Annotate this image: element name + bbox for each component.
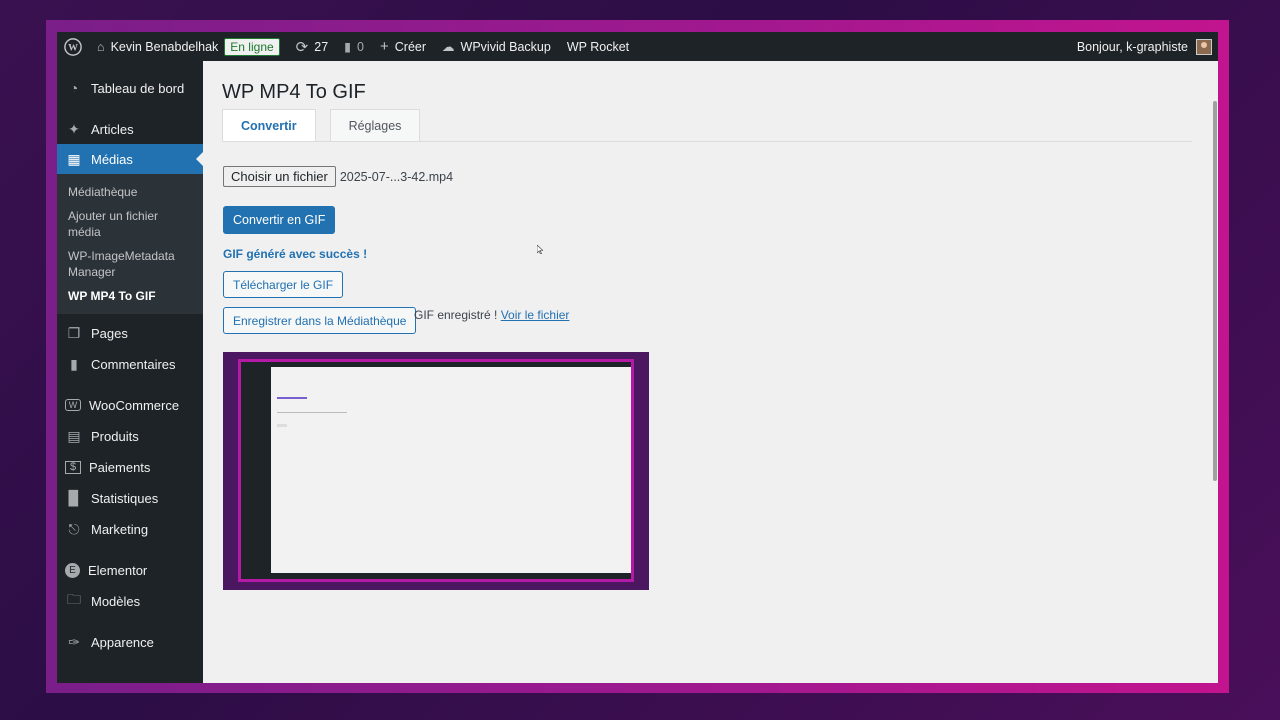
sidebar-item-label: Articles: [91, 121, 134, 137]
scrollbar-thumb[interactable]: [1213, 101, 1217, 481]
submenu-item-mp4-to-gif[interactable]: WP MP4 To GIF: [57, 284, 203, 308]
page-scrollbar[interactable]: [1211, 61, 1218, 683]
sidebar-item-stats[interactable]: ▉ Statistiques: [57, 483, 203, 513]
saved-message: GIF enregistré !: [414, 308, 498, 322]
sidebar-item-appearance[interactable]: ✑ Apparence: [57, 627, 203, 657]
browser-screen: W ⌂ Kevin Benabdelhak En ligne ⟳ 27 ▮ 0 …: [57, 32, 1218, 683]
site-name: Kevin Benabdelhak: [110, 39, 219, 54]
sidebar-item-label: Statistiques: [91, 490, 159, 506]
sidebar-item-models[interactable]: 🗀 Modèles: [57, 586, 203, 616]
preview-taskbar: [241, 573, 631, 579]
sidebar-item-dashboard[interactable]: ◔ Tableau de bord: [57, 73, 203, 103]
gif-preview: [223, 352, 649, 590]
chart-icon: ▉: [68, 489, 80, 506]
download-gif-button[interactable]: Télécharger le GIF: [223, 271, 344, 298]
home-icon: ⌂: [97, 39, 105, 54]
tabs-divider: [222, 141, 1192, 142]
tab-convert[interactable]: Convertir: [222, 109, 316, 142]
preview-line: [277, 412, 347, 413]
sidebar-item-label: Elementor: [88, 562, 148, 578]
wpvivid-backup-link[interactable]: ☁ WPvivid Backup: [434, 32, 559, 61]
submenu-item-image-metadata[interactable]: WP-ImageMetadataManager: [57, 244, 187, 284]
sidebar-item-label: Pages: [91, 325, 128, 341]
megaphone-icon: ⎋: [68, 520, 80, 537]
pages-icon: ❐: [67, 324, 81, 341]
save-to-library-button[interactable]: Enregistrer dans la Médiathèque: [223, 307, 417, 334]
sidebar-item-label: Produits: [91, 428, 139, 444]
sidebar-item-marketing[interactable]: ⎋ Marketing: [57, 514, 203, 544]
page-title: WP MP4 To GIF: [222, 81, 366, 103]
saved-status: GIF enregistré ! Voir le fichier: [414, 308, 569, 322]
sidebar-item-label: Tableau de bord: [91, 80, 185, 96]
refresh-icon: ⟳: [295, 38, 309, 56]
backup-label: WPvivid Backup: [460, 39, 551, 54]
sidebar-item-label: Médias: [91, 151, 133, 167]
svg-text:W: W: [68, 42, 78, 53]
wp-rocket-link[interactable]: WP Rocket: [559, 32, 637, 61]
preview-admin-bar: [241, 362, 631, 367]
new-content-link[interactable]: + Créer: [372, 32, 434, 61]
sidebar-item-products[interactable]: ▤ Produits: [57, 421, 203, 451]
sidebar-item-label: Commentaires: [91, 356, 176, 372]
folder-icon: 🗀: [67, 591, 81, 607]
sidebar-item-payments[interactable]: $ Paiements: [57, 452, 203, 482]
view-file-link[interactable]: Voir le fichier: [501, 308, 570, 322]
choose-file-button[interactable]: Choisir un fichier: [223, 166, 336, 187]
preview-sidebar: [241, 367, 271, 579]
submenu-item-mediatheque[interactable]: Médiathèque: [57, 180, 203, 204]
sidebar-item-woocommerce[interactable]: W WooCommerce: [57, 390, 203, 420]
sidebar-item-label: Paiements: [89, 459, 151, 475]
new-label: Créer: [394, 39, 427, 54]
preview-slider: [277, 397, 307, 399]
greeting: Bonjour, k-graphiste: [1076, 39, 1188, 54]
avatar: [1196, 38, 1212, 55]
gif-preview-border: [238, 359, 634, 582]
comment-icon: ▮: [70, 355, 78, 372]
sidebar-item-medias[interactable]: ▦ Médias: [57, 144, 203, 174]
media-icon: ▦: [67, 150, 81, 167]
tab-settings[interactable]: Réglages: [329, 109, 421, 142]
sidebar-item-label: Modèles: [91, 593, 141, 609]
updates-link[interactable]: ⟳ 27: [288, 32, 336, 61]
sidebar-item-comments[interactable]: ▮ Commentaires: [57, 349, 203, 379]
preview-button: [277, 424, 287, 427]
mouse-cursor-icon: [537, 245, 543, 254]
payment-icon: $: [65, 460, 81, 474]
admin-bar: W ⌂ Kevin Benabdelhak En ligne ⟳ 27 ▮ 0 …: [57, 32, 1218, 61]
woo-icon: W: [65, 399, 81, 411]
pin-icon: ✦: [68, 120, 80, 137]
account-menu[interactable]: Bonjour, k-graphiste: [1076, 38, 1218, 55]
site-name-link[interactable]: ⌂ Kevin Benabdelhak En ligne: [89, 32, 288, 61]
tab-bar: Convertir Réglages: [222, 109, 421, 142]
comment-icon: ▮: [344, 40, 352, 54]
wordpress-logo-icon[interactable]: W: [57, 32, 89, 61]
submenu-item-add-media[interactable]: Ajouter un fichier média: [57, 204, 167, 244]
file-input-row: Choisir un fichier 2025-07-...3-42.mp4: [223, 166, 453, 187]
sidebar-item-label: Apparence: [91, 634, 154, 650]
convert-button[interactable]: Convertir en GIF: [223, 206, 336, 234]
sidebar-item-label: WooCommerce: [89, 397, 180, 413]
sidebar-item-label: Marketing: [91, 521, 149, 537]
success-message: GIF généré avec succès !: [223, 247, 368, 261]
sidebar-item-pages[interactable]: ❐ Pages: [57, 318, 203, 348]
dashboard-icon: ◔: [69, 80, 79, 96]
main-content: WP MP4 To GIF Convertir Réglages Choisir…: [203, 61, 1218, 683]
archive-icon: ▤: [67, 427, 81, 444]
comments-link[interactable]: ▮ 0: [336, 32, 372, 61]
rocket-label: WP Rocket: [566, 39, 630, 54]
elementor-icon: E: [65, 562, 80, 578]
updates-count: 27: [314, 39, 329, 54]
comments-count: 0: [357, 39, 364, 54]
gif-preview-image: [241, 362, 631, 579]
plus-icon: +: [380, 38, 389, 55]
admin-sidebar: ◔ Tableau de bord ✦ Articles ▦ Médias Mé…: [57, 61, 203, 683]
sidebar-item-elementor[interactable]: E Elementor: [57, 555, 203, 585]
sidebar-item-articles[interactable]: ✦ Articles: [57, 114, 203, 144]
status-badge: En ligne: [224, 37, 280, 56]
file-name: 2025-07-...3-42.mp4: [339, 169, 454, 184]
brush-icon: ✑: [68, 633, 80, 650]
medias-submenu: Médiathèque Ajouter un fichier média WP-…: [57, 174, 203, 314]
cloud-icon: ☁: [442, 40, 455, 54]
